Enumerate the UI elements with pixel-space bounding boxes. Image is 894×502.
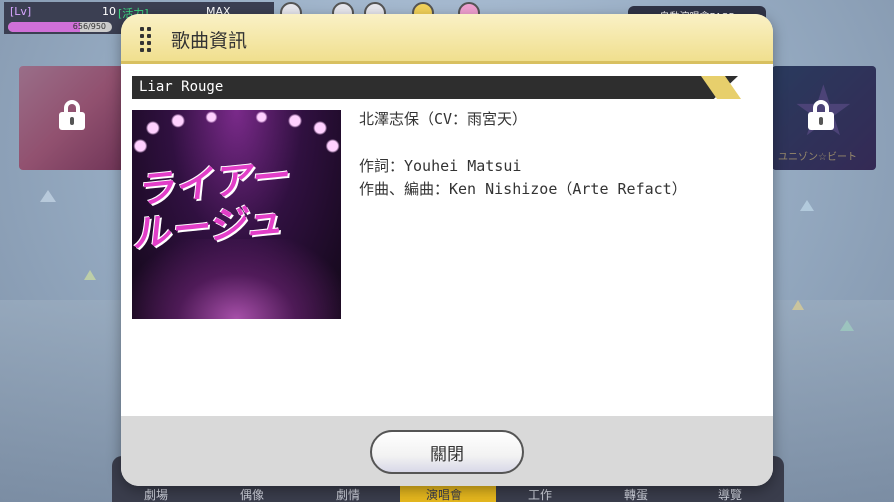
nav-item-work[interactable]: 工作 (528, 486, 552, 502)
nav-item-story[interactable]: 劇情 (336, 486, 360, 502)
song-artist: 北澤志保（CV：雨宮天） (359, 110, 528, 128)
song-jacket-image: ライアー ルージュ (132, 110, 341, 319)
grip-icon (140, 27, 152, 53)
decor-triangle (840, 320, 854, 331)
lock-icon (808, 100, 834, 130)
nav-item-idols[interactable]: 偶像 (240, 486, 264, 502)
dialog-title: 歌曲資訊 (171, 30, 248, 52)
decor-triangle (40, 190, 56, 202)
dialog-footer: 關閉 (121, 416, 773, 486)
exp-bar: 656/950 (8, 22, 112, 32)
level-value: 10 (102, 5, 116, 18)
nav-item-live[interactable]: 演唱會 (426, 486, 462, 502)
nav-item-theater[interactable]: 劇場 (144, 486, 168, 502)
close-button[interactable]: 關閉 (370, 430, 524, 474)
decor-triangle (800, 200, 814, 211)
song-name: Liar Rouge (139, 79, 224, 95)
nav-item-guide[interactable]: 導覽 (718, 486, 742, 502)
event-banner-left[interactable] (19, 66, 129, 170)
song-lyricist: 作詞：Youhei Matsui (359, 157, 522, 175)
level-label: [Lv] (10, 5, 32, 18)
decor-triangle (84, 270, 96, 280)
song-composer: 作曲、編曲：Ken Nishizoe（Arte Refact） (359, 180, 687, 198)
exp-text: 656/950 (72, 22, 106, 31)
song-info-dialog: 歌曲資訊 Liar Rouge ライアー ルージュ 北澤志保（CV：雨宮天） 作… (121, 14, 773, 486)
exp-bar-fill (8, 22, 80, 32)
dialog-header: 歌曲資訊 (121, 14, 773, 64)
nav-item-gacha[interactable]: 轉蛋 (624, 486, 648, 502)
decor-triangle (792, 300, 804, 310)
event-banner-right[interactable]: ★ ユニゾン☆ビート (772, 66, 876, 170)
lock-icon (59, 100, 85, 130)
